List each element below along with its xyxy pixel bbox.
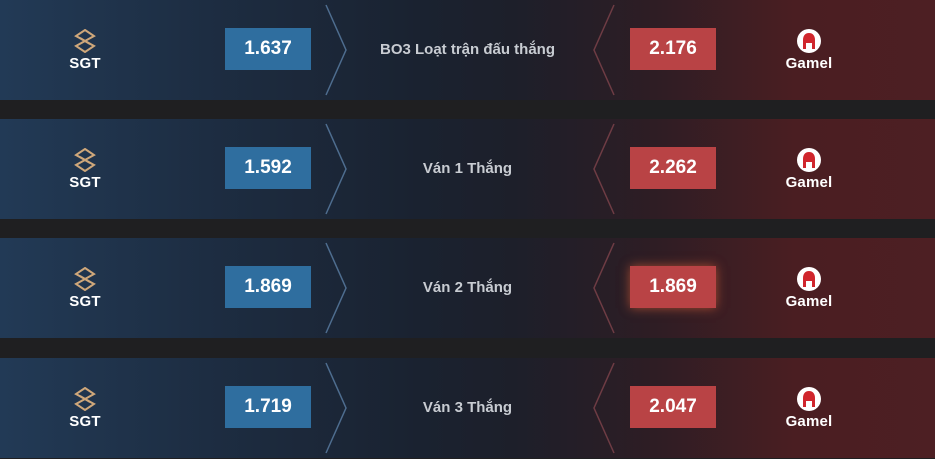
right-odds-button[interactable]: 2.047 — [630, 386, 716, 428]
team-left-name: SGT — [69, 55, 101, 72]
left-odds-button[interactable]: 1.637 — [225, 28, 311, 70]
team-left: SGT — [25, 0, 145, 100]
team-right: Gamel — [749, 238, 869, 338]
gamel-logo-icon — [796, 28, 822, 54]
sgt-logo-icon — [72, 28, 98, 54]
team-left-name: SGT — [69, 174, 101, 191]
market-label: BO3 Loạt trận đấu thắng — [379, 41, 555, 58]
gamel-logo-icon — [796, 386, 822, 412]
team-right-name: Gamel — [785, 413, 833, 430]
team-left-name: SGT — [69, 293, 101, 310]
team-left: SGT — [25, 119, 145, 219]
sgt-logo-icon — [72, 386, 98, 412]
team-left-name: SGT — [69, 413, 101, 430]
left-odds-button[interactable]: 1.592 — [225, 147, 311, 189]
left-odds-button[interactable]: 1.719 — [225, 386, 311, 428]
team-right-name: Gamel — [785, 174, 833, 191]
chevron-left-icon — [593, 362, 615, 454]
market-row-game3: SGT 1.719 Ván 3 Thắng 2.047 Gamel — [0, 358, 935, 458]
gamel-logo-icon — [796, 266, 822, 292]
market-label: Ván 1 Thắng — [422, 160, 513, 177]
right-odds-button[interactable]: 2.176 — [630, 28, 716, 70]
team-right: Gamel — [749, 0, 869, 100]
sgt-logo-icon — [72, 147, 98, 173]
team-right: Gamel — [749, 358, 869, 458]
right-odds-button[interactable]: 2.262 — [630, 147, 716, 189]
gamel-logo-icon — [796, 147, 822, 173]
betting-board: SGT 1.637 BO3 Loạt trận đấu thắng 2.176 … — [0, 0, 935, 459]
market-row-game2: SGT 1.869 Ván 2 Thắng 1.869 Gamel — [0, 238, 935, 338]
right-odds-button[interactable]: 1.869 — [630, 266, 716, 308]
chevron-left-icon — [593, 242, 615, 334]
left-odds-button[interactable]: 1.869 — [225, 266, 311, 308]
team-right-name: Gamel — [785, 293, 833, 310]
team-left: SGT — [25, 358, 145, 458]
team-left: SGT — [25, 238, 145, 338]
market-label: Ván 3 Thắng — [422, 399, 513, 416]
market-row-series: SGT 1.637 BO3 Loạt trận đấu thắng 2.176 … — [0, 0, 935, 100]
market-label: Ván 2 Thắng — [422, 279, 513, 296]
market-row-game1: SGT 1.592 Ván 1 Thắng 2.262 Gamel — [0, 119, 935, 219]
sgt-logo-icon — [72, 266, 98, 292]
chevron-left-icon — [593, 4, 615, 96]
chevron-left-icon — [593, 123, 615, 215]
team-right-name: Gamel — [785, 55, 833, 72]
team-right: Gamel — [749, 119, 869, 219]
